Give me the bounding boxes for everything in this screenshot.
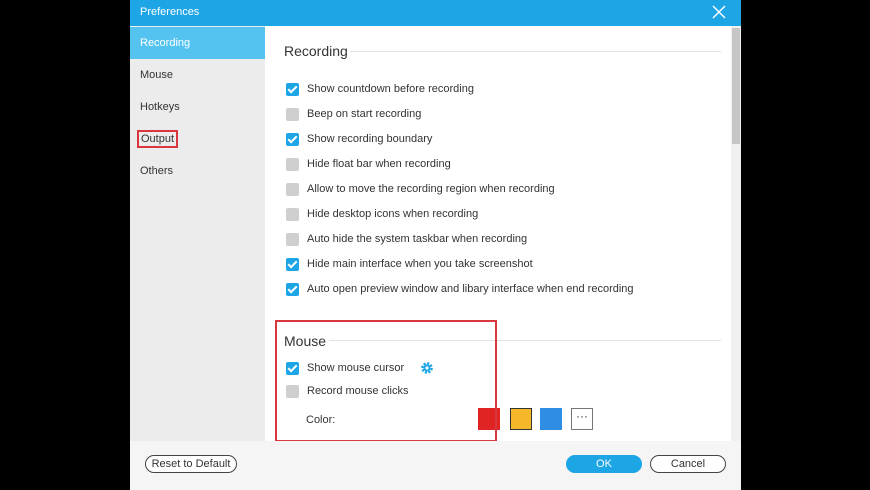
checkbox[interactable]: [286, 207, 299, 221]
checkbox[interactable]: [286, 157, 299, 171]
option-beep-on-start[interactable]: Beep on start recording: [286, 106, 421, 122]
sidebar-item-mouse[interactable]: Mouse: [130, 59, 265, 91]
sidebar-item-label: Others: [140, 165, 174, 177]
close-icon[interactable]: [712, 5, 726, 19]
title-bar: Preferences: [130, 0, 741, 26]
scrollbar-thumb[interactable]: [732, 28, 740, 144]
preferences-window: Preferences Recording Mouse Hotkeys Outp…: [130, 0, 741, 490]
option-hide-float-bar[interactable]: Hide float bar when recording: [286, 156, 451, 172]
option-hide-main-interface[interactable]: Hide main interface when you take screen…: [286, 256, 533, 272]
option-hide-desktop-icons[interactable]: Hide desktop icons when recording: [286, 206, 478, 222]
section-title-recording: Recording: [284, 43, 348, 59]
color-swatch-blue[interactable]: [540, 408, 562, 430]
checkbox[interactable]: [286, 257, 299, 271]
sidebar-item-label: Recording: [140, 37, 191, 49]
cancel-button[interactable]: Cancel: [650, 455, 726, 473]
sidebar-item-label: Output: [137, 130, 179, 148]
option-show-countdown[interactable]: Show countdown before recording: [286, 81, 474, 97]
reset-to-default-button[interactable]: Reset to Default: [145, 455, 237, 473]
ok-button[interactable]: OK: [566, 455, 642, 473]
window-title: Preferences: [140, 6, 200, 18]
sidebar-item-recording[interactable]: Recording: [130, 27, 265, 59]
checkbox[interactable]: [286, 182, 299, 196]
checkbox[interactable]: [286, 107, 299, 121]
option-auto-open-preview[interactable]: Auto open preview window and libary inte…: [286, 281, 634, 297]
color-swatch-yellow[interactable]: [510, 408, 532, 430]
sidebar-item-label: Mouse: [140, 69, 174, 81]
footer: Reset to Default OK Cancel: [130, 441, 741, 490]
checkbox[interactable]: [286, 82, 299, 96]
highlight-box: [275, 320, 497, 442]
checkbox[interactable]: [286, 232, 299, 246]
more-colors-button[interactable]: ···: [571, 408, 593, 430]
sidebar: Recording Mouse Hotkeys Output Others: [130, 26, 265, 441]
option-auto-hide-taskbar[interactable]: Auto hide the system taskbar when record…: [286, 231, 527, 247]
sidebar-item-hotkeys[interactable]: Hotkeys: [130, 91, 265, 123]
sidebar-item-output[interactable]: Output: [130, 123, 265, 155]
checkbox[interactable]: [286, 132, 299, 146]
option-allow-move-region[interactable]: Allow to move the recording region when …: [286, 181, 555, 197]
sidebar-item-others[interactable]: Others: [130, 155, 265, 187]
option-show-boundary[interactable]: Show recording boundary: [286, 131, 432, 147]
scrollbar[interactable]: [731, 26, 741, 441]
sidebar-item-label: Hotkeys: [140, 101, 180, 113]
section-divider: [350, 51, 721, 52]
checkbox[interactable]: [286, 282, 299, 296]
